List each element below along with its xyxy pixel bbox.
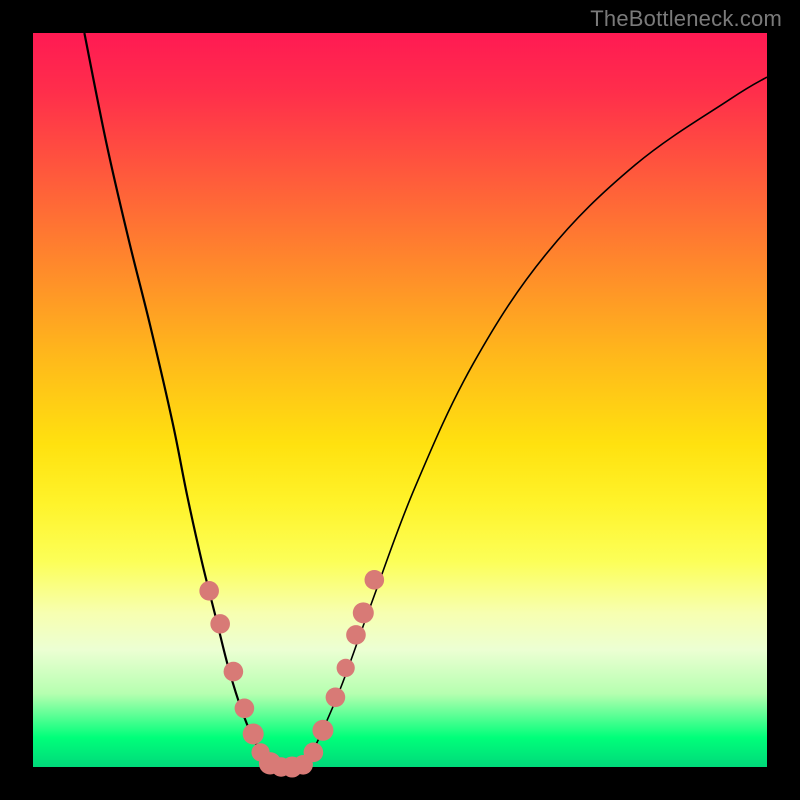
curve-svg: [33, 33, 767, 767]
data-marker: [337, 659, 355, 677]
data-marker: [353, 602, 374, 623]
data-marker: [312, 720, 333, 741]
data-marker: [326, 687, 346, 707]
right-branch-line: [305, 77, 767, 767]
chart-frame: TheBottleneck.com: [0, 0, 800, 800]
data-marker: [210, 614, 230, 634]
data-marker: [224, 662, 244, 682]
data-marker: [346, 625, 366, 645]
data-marker: [243, 723, 264, 744]
data-marker: [304, 743, 324, 763]
left-branch-line: [84, 33, 268, 767]
data-marker: [199, 581, 219, 601]
plot-area: [33, 33, 767, 767]
watermark-text: TheBottleneck.com: [590, 6, 782, 32]
data-marker: [235, 698, 255, 718]
marker-group: [199, 570, 384, 777]
data-marker: [365, 570, 385, 590]
